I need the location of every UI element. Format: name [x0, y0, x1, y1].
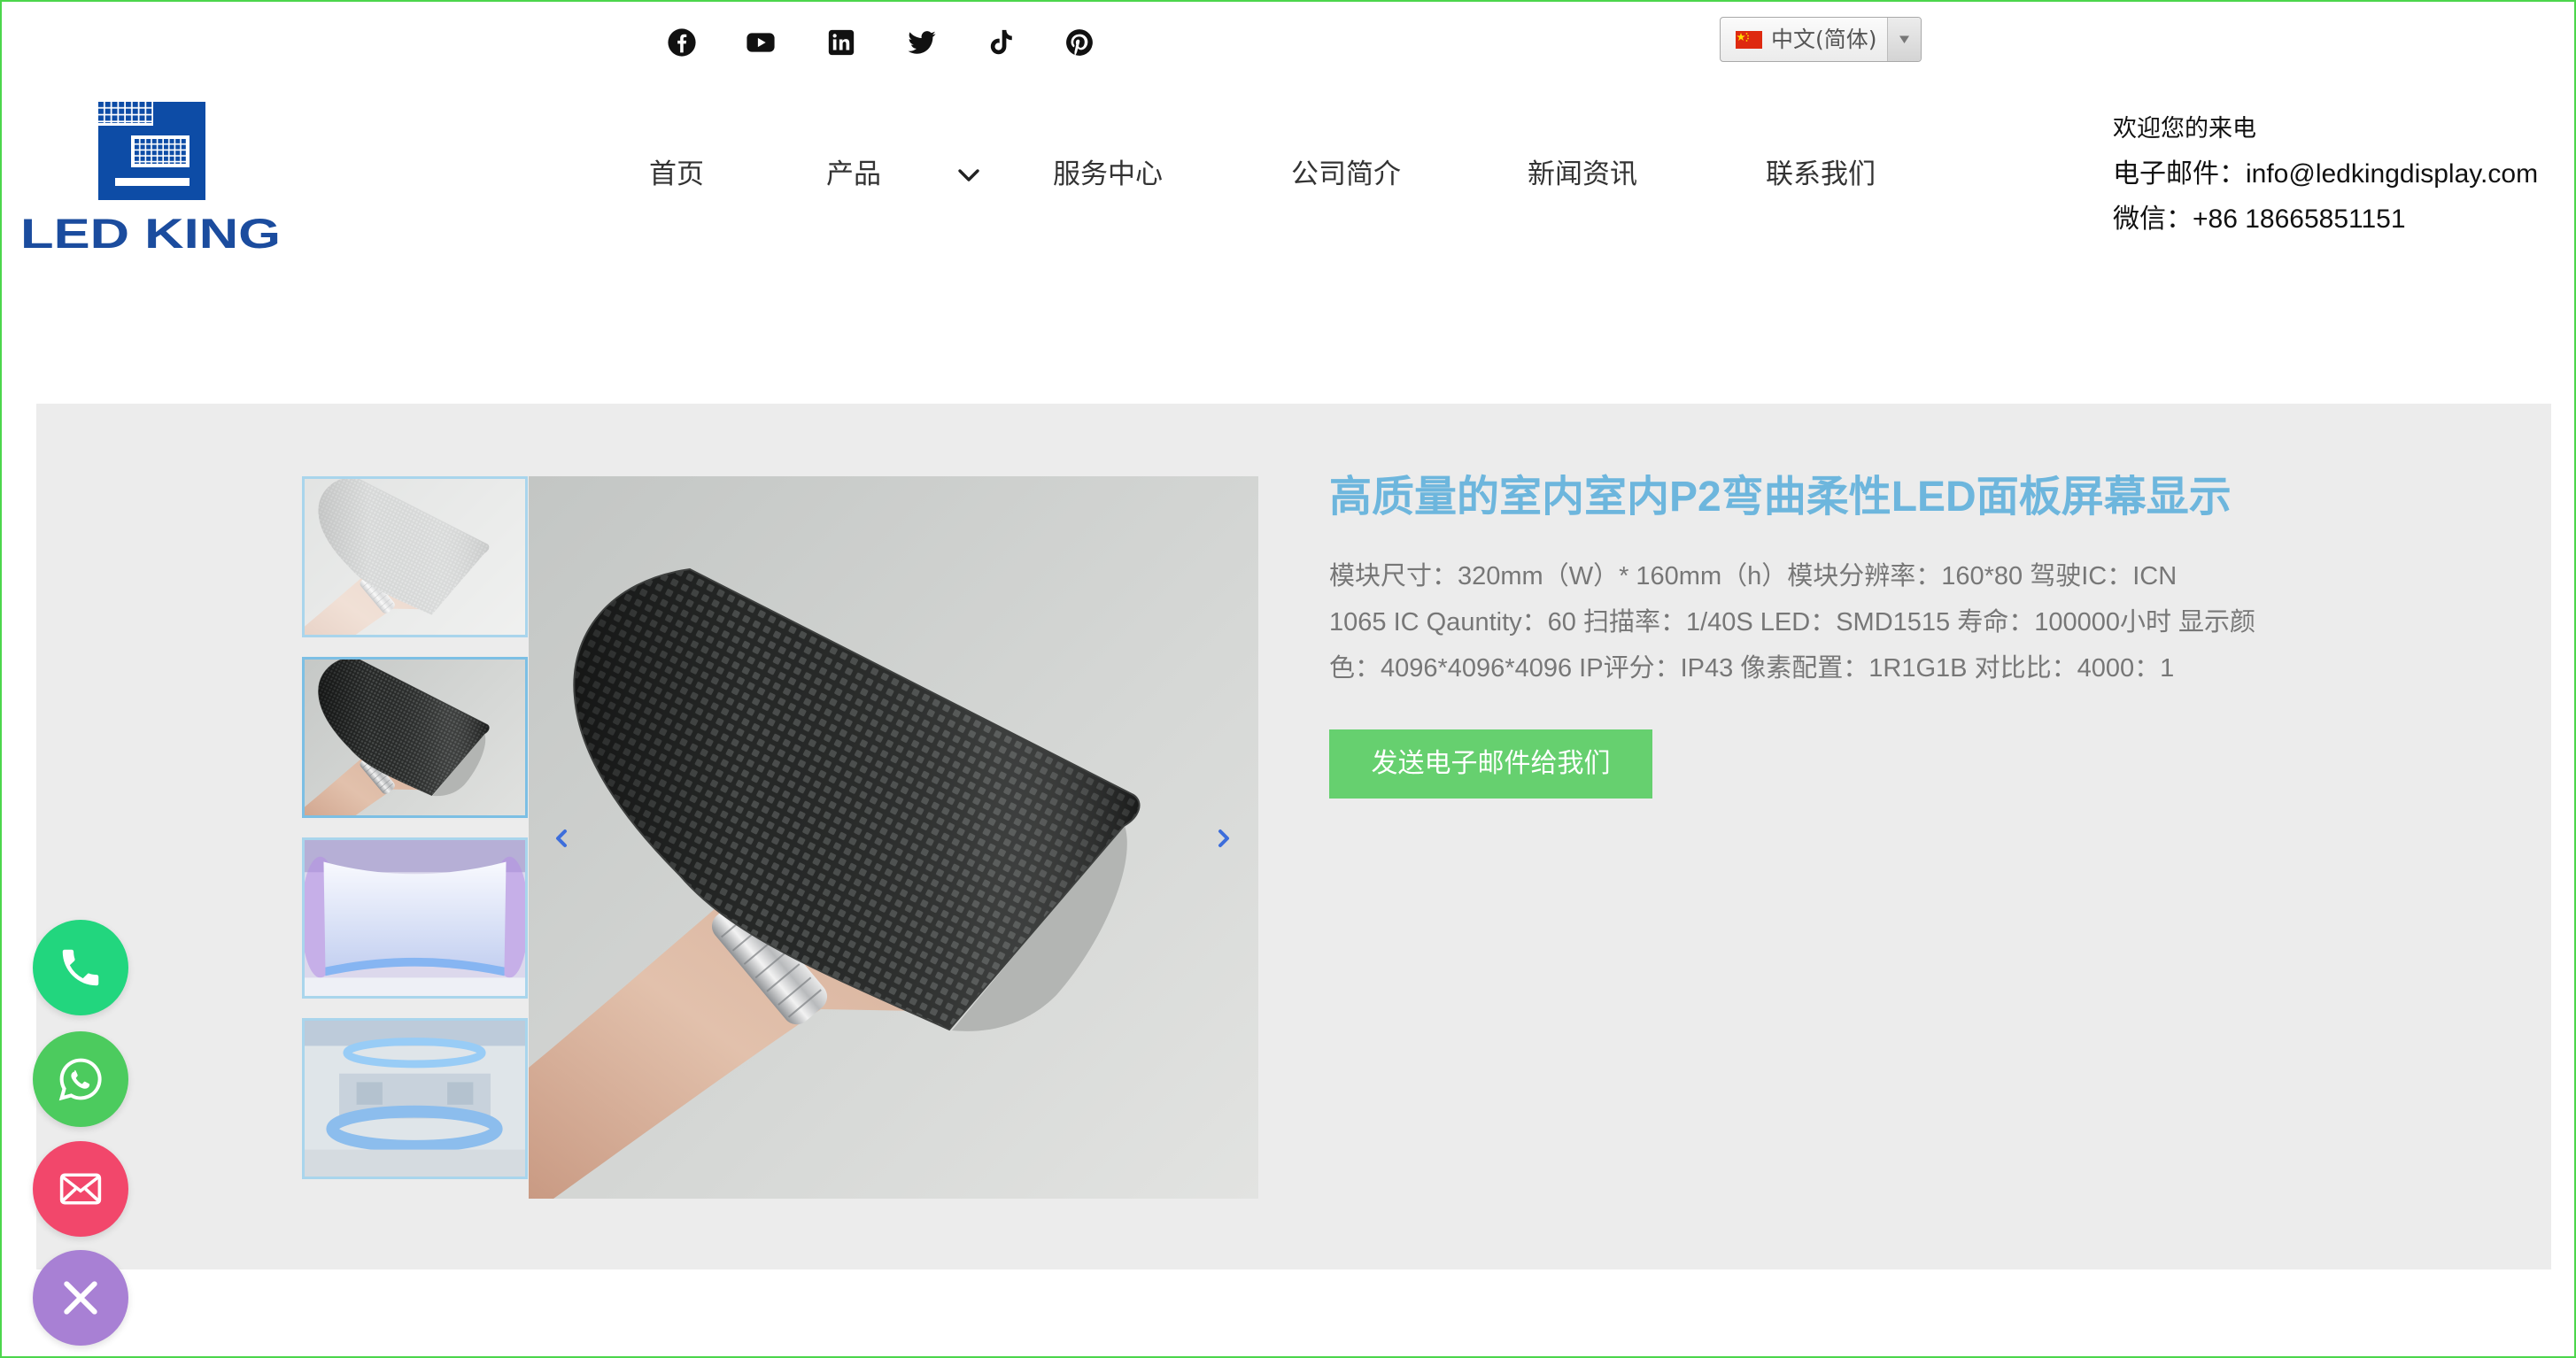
- linkedin-link[interactable]: [826, 27, 856, 58]
- description-line: 色：4096*4096*4096 IP评分：IP43 像素配置：1R1G1B 对…: [1329, 654, 2175, 683]
- language-selector[interactable]: 中文(简体): [1720, 17, 1922, 62]
- language-dropdown-toggle[interactable]: [1887, 18, 1921, 61]
- twitter-icon: [908, 31, 936, 54]
- facebook-link[interactable]: [667, 27, 697, 58]
- nav-item-company-profile[interactable]: 公司简介: [1291, 158, 1401, 191]
- whatsapp-button[interactable]: [33, 1031, 128, 1127]
- phone-icon: [62, 949, 99, 986]
- twitter-link[interactable]: [907, 27, 937, 58]
- gallery-thumbnail[interactable]: [302, 657, 528, 818]
- description-line: 1065 IC Qauntity：60 扫描率：1/40S LED：SMD151…: [1329, 608, 2256, 637]
- chevron-down-icon[interactable]: [956, 167, 981, 183]
- email-button[interactable]: [33, 1141, 128, 1237]
- thumbnail-image: [305, 660, 525, 815]
- logo-mark-icon: [98, 102, 205, 200]
- chevron-left-icon: [556, 829, 567, 847]
- gallery-prev-button[interactable]: [551, 823, 572, 853]
- product-main-image: [529, 476, 1258, 1199]
- dropdown-arrow-icon: [1899, 35, 1909, 43]
- chevron-right-icon: [1218, 829, 1229, 847]
- thumbnail-image: [305, 479, 525, 635]
- tiktok-icon: [990, 29, 1012, 55]
- youtube-link[interactable]: [746, 27, 776, 58]
- nav-item-home[interactable]: 首页: [649, 158, 704, 191]
- contact-email[interactable]: 电子邮件：info@ledkingdisplay.com: [2113, 151, 2572, 197]
- gallery-thumbnail[interactable]: [302, 1018, 528, 1179]
- pinterest-icon: [1066, 29, 1093, 56]
- nav-item-service-center[interactable]: 服务中心: [1053, 158, 1163, 191]
- logo[interactable]: LED KING: [19, 98, 282, 250]
- gallery-next-button[interactable]: [1213, 823, 1234, 853]
- gallery-thumbnail[interactable]: [302, 476, 528, 637]
- email-icon: [59, 1173, 102, 1205]
- china-flag-icon: [1736, 31, 1762, 49]
- language-label: 中文(简体): [1771, 27, 1877, 52]
- thumbnail-image: [305, 1021, 525, 1177]
- welcome-text: 欢迎您的来电: [2113, 115, 2256, 143]
- nav-item-contact-us[interactable]: 联系我们: [1766, 158, 1876, 191]
- tiktok-link[interactable]: [986, 27, 1016, 58]
- header-contact: 欢迎您的来电 电子邮件：info@ledkingdisplay.com 微信：+…: [2113, 106, 2572, 248]
- thumbnail-image: [305, 840, 525, 996]
- youtube-icon: [746, 33, 775, 52]
- whatsapp-icon: [58, 1058, 102, 1101]
- nav-item-news[interactable]: 新闻资讯: [1528, 158, 1637, 191]
- description-line: 模块尺寸：320mm（W）* 160mm（h）模块分辨率：160*80 驾驶IC…: [1329, 562, 2178, 590]
- close-button[interactable]: [33, 1250, 128, 1346]
- pinterest-link[interactable]: [1064, 27, 1095, 58]
- linkedin-icon: [828, 29, 855, 56]
- product-title: 高质量的室内室内P2弯曲柔性LED面板屏幕显示: [1329, 474, 2232, 521]
- send-email-button[interactable]: 发送电子邮件给我们: [1329, 729, 1652, 799]
- phone-button[interactable]: [33, 920, 128, 1015]
- product-description: 模块尺寸：320mm（W）* 160mm（h）模块分辨率：160*80 驾驶IC…: [1329, 553, 2255, 691]
- contact-wechat: 微信：+86 18665851151: [2113, 204, 2406, 234]
- logo-text: LED KING: [20, 210, 281, 250]
- close-icon: [64, 1281, 97, 1315]
- gallery-thumbnail[interactable]: [302, 837, 528, 999]
- facebook-icon: [668, 28, 696, 57]
- nav-item-products[interactable]: 产品: [826, 158, 881, 191]
